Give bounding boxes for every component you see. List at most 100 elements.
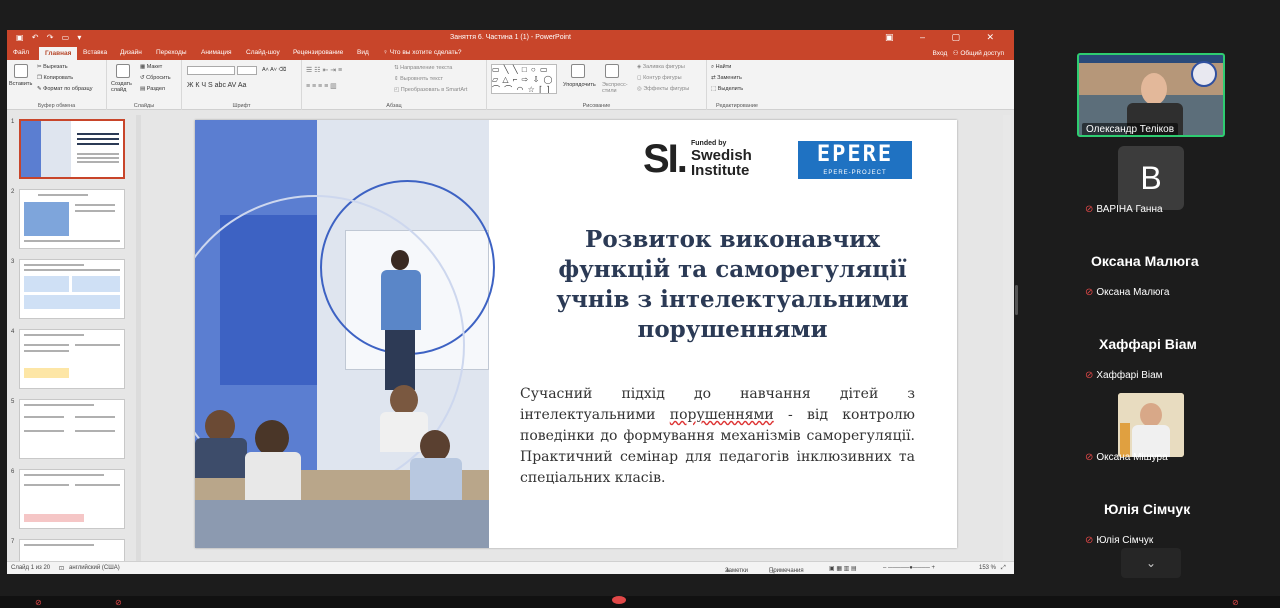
paste-icon[interactable] — [14, 64, 28, 78]
participant-face — [1140, 403, 1162, 427]
powerpoint-window: ▣ ↶ ↷ ▭ ▾ Заняття 6. Частина 1 (1) - Pow… — [7, 30, 1014, 574]
status-bar: Слайд 1 из 20 ⊡ английский (США) ≙ Замет… — [7, 561, 1014, 574]
thumb-number: 1 — [11, 119, 15, 125]
thumb-number: 3 — [11, 259, 15, 265]
editing-group: ⌕ Найти ⇄ Заменить ⬚ Выделить Редактиров… — [707, 60, 767, 110]
epere-caption: EPERE-PROJECT — [823, 170, 887, 176]
tab-design[interactable]: Дизайн — [120, 49, 142, 56]
font-size-icons[interactable]: A˄ A˅ ⌫ — [262, 67, 286, 73]
camera-off-icon[interactable]: ⊘ — [115, 598, 122, 607]
leave-icon[interactable]: ⊘ — [1232, 598, 1239, 607]
mic-muted-icon: ⊘ — [1085, 535, 1094, 546]
clipboard-group-label: Буфер обмена — [37, 103, 76, 109]
participant-avatar[interactable]: B — [1118, 146, 1184, 210]
account-area: Вход ⚇ Общий доступ — [933, 49, 1004, 57]
zoom-slider[interactable]: – ─────●──── + — [883, 565, 935, 571]
tab-transitions[interactable]: Переходы — [156, 49, 187, 56]
select-button[interactable]: ⬚ Выделить — [711, 86, 743, 92]
participant-name-khaffari: Хаффарі Віам — [1099, 336, 1197, 352]
login-link[interactable]: Вход — [933, 50, 948, 57]
spellcheck-icon[interactable]: ⊡ — [59, 565, 64, 572]
chevron-down-icon[interactable]: ⌄ — [1121, 548, 1181, 578]
font-group-label: Шрифт — [232, 103, 251, 109]
arrange-button[interactable]: Упорядочить — [563, 82, 596, 88]
slide-thumbnail-1[interactable] — [19, 119, 125, 179]
clipboard-group: Вставить ✂ Вырезать ❐ Копировать ✎ Форма… — [7, 60, 107, 110]
reset-button[interactable]: ↺ Сбросить — [140, 75, 171, 81]
align-text-button[interactable]: ⇕ Выровнять текст — [394, 76, 443, 82]
tab-insert[interactable]: Вставка — [83, 49, 107, 56]
fit-slide-icon[interactable]: ⤢ — [1001, 565, 1006, 572]
tab-file[interactable]: Файл — [13, 49, 29, 56]
lightbulb-icon: ♀ — [383, 49, 390, 56]
paragraph-group: ☰ ☷ ⇤ ⇥ ≡ ≡ ≡ ≡ ≡ ▥ ⇅ Направление текста… — [302, 60, 487, 110]
tab-review[interactable]: Рецензирование — [293, 49, 343, 56]
window-controls[interactable]: ▣ – ▢ ✕ — [885, 32, 1006, 43]
quick-styles-button[interactable]: Экспресс-стили — [602, 82, 632, 94]
new-slide-button[interactable]: Создать слайд — [111, 81, 135, 93]
thumbnail-scrollbar[interactable] — [136, 115, 141, 561]
font-size-box[interactable] — [237, 66, 257, 75]
shape-effects-button[interactable]: ◎ Эффекты фигуры — [637, 86, 689, 92]
section-button[interactable]: ▤ Раздел — [140, 86, 165, 92]
thumb-number: 6 — [11, 469, 15, 475]
slide-thumbnail-2[interactable] — [19, 189, 125, 249]
slide-thumbnail-6[interactable] — [19, 469, 125, 529]
mic-muted-icon: ⊘ — [1085, 287, 1094, 298]
arrange-icon[interactable] — [571, 64, 585, 78]
window-title: Заняття 6. Частина 1 (1) - PowerPoint — [450, 34, 571, 41]
font-style-buttons[interactable]: Ж К Ч S abc AV Aa — [187, 82, 246, 89]
language-indicator[interactable]: английский (США) — [69, 565, 120, 571]
copy-button[interactable]: ❐ Копировать — [37, 75, 73, 81]
section-icon: ▤ — [140, 86, 147, 92]
slide-thumbnail-5[interactable] — [19, 399, 125, 459]
slide-thumbnail-4[interactable] — [19, 329, 125, 389]
tab-animation[interactable]: Анимация — [201, 49, 232, 56]
find-button[interactable]: ⌕ Найти — [711, 64, 731, 71]
tab-view[interactable]: Вид — [357, 49, 369, 56]
new-slide-icon[interactable] — [116, 64, 130, 78]
slide-canvas[interactable]: SI. Funded by Swedish Institute EPERE EP… — [195, 120, 957, 548]
smartart-button[interactable]: ◰ Преобразовать в SmartArt — [394, 87, 467, 93]
slide-title[interactable]: Розвиток виконавчих функцій та саморегул… — [520, 225, 945, 345]
ribbon: Вставить ✂ Вырезать ❐ Копировать ✎ Форма… — [7, 60, 1014, 110]
replace-button[interactable]: ⇄ Заменить — [711, 75, 742, 81]
format-painter-button[interactable]: ✎ Формат по образцу — [37, 86, 92, 92]
mic-muted-icon[interactable]: ⊘ — [35, 598, 42, 607]
view-mode-buttons[interactable]: ▣ ▦ ▥ ▤ — [829, 565, 857, 572]
layout-button[interactable]: ▦ Макет — [140, 64, 162, 70]
slide-vertical-scrollbar[interactable] — [1003, 115, 1011, 561]
shape-fill-button[interactable]: ◈ Заливка фигуры — [637, 64, 685, 70]
participant-name-simchuk: Юлія Сімчук — [1104, 501, 1191, 517]
slide-thumbnail-7[interactable] — [19, 539, 125, 561]
slide-thumbnail-3[interactable] — [19, 259, 125, 319]
slide-body-text[interactable]: Сучасний підхід до навчання дітей з інте… — [520, 384, 915, 489]
smartart-icon: ◰ — [394, 87, 401, 93]
cut-button[interactable]: ✂ Вырезать — [37, 64, 68, 70]
participant-video-mishura[interactable] — [1118, 393, 1184, 457]
font-name-box[interactable] — [187, 66, 235, 75]
zoom-meeting-window: { "app": { "window_title": "Заняття 6. Ч… — [0, 0, 1280, 608]
zoom-level[interactable]: 153 % — [979, 565, 996, 571]
shapes-gallery[interactable]: ▭ ╲ ╲ □ ○ ▭ ▱ △ ⌐ ⇨ ⇩ ◯ ⌒ ⌒ ◠ ☆ ⌈ ⌉ — [491, 64, 557, 94]
tab-slideshow[interactable]: Слайд-шоу — [246, 49, 280, 56]
paste-button[interactable]: Вставить — [9, 81, 32, 87]
align-buttons[interactable]: ≡ ≡ ≡ ≡ ▥ — [306, 82, 337, 90]
select-icon: ⬚ — [711, 86, 718, 92]
si-logo-letters: SI. — [643, 137, 688, 181]
tell-me-box[interactable]: ♀ Что вы хотите сделать? — [383, 49, 462, 56]
share-icon: ⚇ — [952, 50, 959, 57]
swedish-institute-name: Swedish Institute — [691, 147, 752, 179]
list-buttons[interactable]: ☰ ☷ ⇤ ⇥ ≡ — [306, 66, 342, 74]
tab-home[interactable]: Главная — [39, 47, 78, 60]
participant-video-telikov[interactable]: Олександр Теліков — [1077, 53, 1225, 137]
slide-thumbnail-pane: 1 2 3 4 5 6 7 — [7, 111, 142, 561]
text-direction-button[interactable]: ⇅ Направление текста — [394, 65, 452, 71]
participant-name-malyuga: Оксана Малюга — [1091, 253, 1199, 269]
panel-resize-handle[interactable] — [1015, 285, 1018, 315]
quick-styles-icon[interactable] — [605, 64, 619, 78]
notification-badge — [612, 596, 626, 604]
shape-outline-button[interactable]: ◻ Контур фигуры — [637, 75, 682, 81]
share-button[interactable]: Общий доступ — [960, 50, 1004, 57]
participant-label: Олександр Теліков — [1082, 123, 1179, 135]
